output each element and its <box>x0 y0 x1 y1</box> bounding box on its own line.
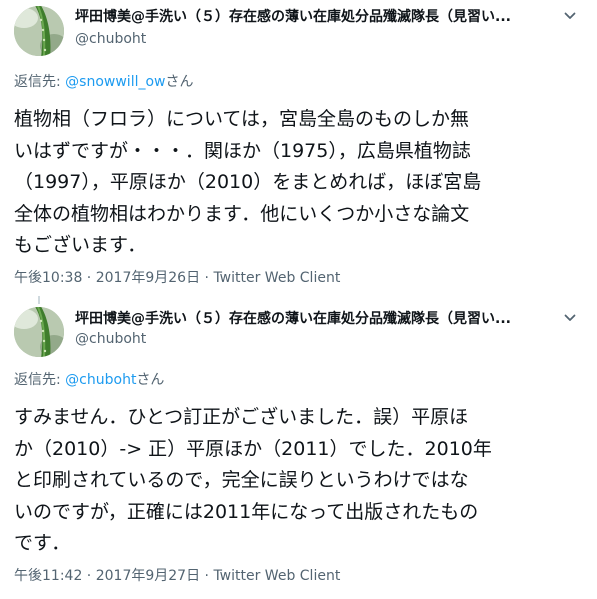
tweet-time: 午後10:38 <box>14 270 83 286</box>
avatar[interactable] <box>14 307 64 357</box>
meta-separator: · <box>82 270 96 286</box>
tweet-text-line: です． <box>14 532 71 554</box>
tweet-meta: 午後11:42 · 2017年9月27日 · Twitter Web Clien… <box>14 566 340 586</box>
tweet-text-line: いはずですが・・・．関ほか（1975），広島県植物誌 <box>14 139 471 162</box>
cucumber-photo-icon <box>14 307 64 357</box>
tweet-text: 植物相（フロラ）については，宮島全島のものしか無 いはずですが・・・．関ほか（1… <box>14 104 584 262</box>
reply-to-line: 返信先: @snowwill_owさん <box>14 72 194 92</box>
reply-to-suffix: さん <box>136 372 165 388</box>
reply-to-suffix: さん <box>165 74 194 90</box>
tweet-text-line: （1997），平原ほか（2010）をまとめれば，ほぼ宮島 <box>14 171 482 193</box>
chevron-down-icon <box>564 314 576 321</box>
reply-to-label: 返信先: <box>14 372 66 388</box>
tweet-client: Twitter Web Client <box>213 270 341 286</box>
tweet-2: 坪田博美@手洗い（５）存在感の薄い在庫処分品殲滅隊長（見習い... @chubo… <box>0 300 597 599</box>
tweet-text-line: 植物相（フロラ）については，宮島全島のものしか無 <box>14 108 470 130</box>
reply-to-label: 返信先: <box>14 74 66 90</box>
tweet-text-line: いのですが，正確には2011年になって出版されたもの <box>14 500 479 523</box>
tweet-date: 2017年9月27日 <box>95 568 201 584</box>
tweet-timestamp-link[interactable]: 午後10:38 · 2017年9月26日 <box>14 270 200 286</box>
avatar[interactable] <box>14 6 64 56</box>
display-name[interactable]: 坪田博美@手洗い（５）存在感の薄い在庫処分品殲滅隊長（見習い... <box>75 6 545 28</box>
meta-separator: · <box>200 568 214 584</box>
tweet-1: 坪田博美@手洗い（５）存在感の薄い在庫処分品殲滅隊長（見習い... @chubo… <box>0 0 597 304</box>
reply-mention-link[interactable]: @chuboht <box>65 372 136 388</box>
chevron-down-icon <box>564 12 576 19</box>
tweet-meta: 午後10:38 · 2017年9月26日 · Twitter Web Clien… <box>14 268 340 288</box>
tweet-client: Twitter Web Client <box>213 568 341 584</box>
tweet-text-line: すみません．ひとつ訂正がございました．誤）平原ほ <box>14 406 469 428</box>
cucumber-photo-icon <box>14 6 64 56</box>
tweet-date: 2017年9月26日 <box>95 270 201 286</box>
tweet-text-line: 全体の植物相はわかります．他にいくつか小さな論文 <box>14 202 470 225</box>
meta-separator: · <box>82 568 96 584</box>
user-handle[interactable]: @chuboht <box>75 329 146 349</box>
tweet-timestamp-link[interactable]: 午後11:42 · 2017年9月27日 <box>14 568 200 584</box>
reply-mention-link[interactable]: @snowwill_ow <box>65 74 165 90</box>
tweet-text-line: か（2010）-> 正）平原ほか（2011）でした．2010年 <box>14 437 492 460</box>
tweet-time: 午後11:42 <box>14 568 83 584</box>
meta-separator: · <box>200 270 214 286</box>
tweet-text-line: と印刷されているので，完全に誤りというわけではな <box>14 469 469 491</box>
reply-to-line: 返信先: @chubohtさん <box>14 370 164 390</box>
display-name[interactable]: 坪田博美@手洗い（５）存在感の薄い在庫処分品殲滅隊長（見習い... <box>75 308 545 330</box>
more-options-button[interactable] <box>559 307 581 329</box>
more-options-button[interactable] <box>559 5 581 27</box>
tweet-text-line: もございます． <box>14 234 147 256</box>
tweet-text: すみません．ひとつ訂正がございました．誤）平原ほ か（2010）-> 正）平原ほ… <box>14 402 584 560</box>
user-handle[interactable]: @chuboht <box>75 29 146 49</box>
